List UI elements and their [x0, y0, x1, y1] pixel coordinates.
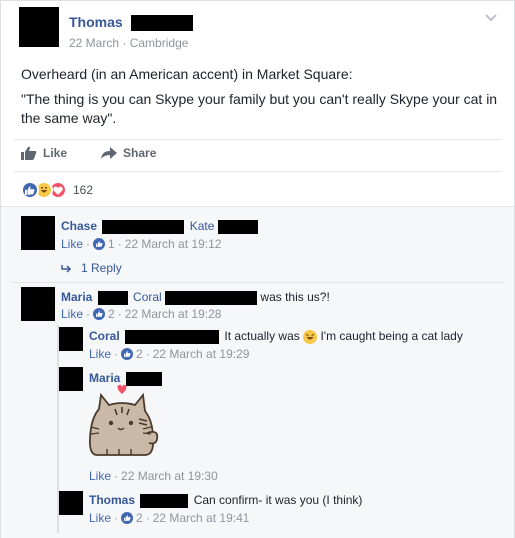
redacted-name — [140, 493, 189, 508]
comment-like-link[interactable]: Like — [89, 511, 111, 525]
divider — [13, 139, 502, 140]
post-card: Thomas 22 March · Cambridge Overheard (i… — [0, 0, 515, 538]
redacted-name — [125, 329, 220, 344]
redacted-name — [217, 219, 258, 234]
comment-text: Chase Kate — [61, 219, 258, 234]
comment-like-link[interactable]: Like — [89, 469, 111, 483]
laughing-emoji-icon — [303, 329, 318, 344]
divider — [11, 282, 504, 283]
comment-like-link[interactable]: Like — [61, 307, 83, 321]
like-count-icon — [121, 348, 134, 360]
thumbs-up-icon — [21, 146, 37, 160]
redacted-name — [165, 290, 258, 305]
comment-like-link[interactable]: Like — [61, 237, 83, 251]
view-replies-link[interactable]: 1 Reply — [61, 261, 122, 275]
post-location[interactable]: Cambridge — [130, 36, 189, 50]
post-meta: 22 March · Cambridge — [69, 36, 189, 50]
post-line-1: Overheard (in an American accent) in Mar… — [21, 66, 353, 82]
comment-time[interactable]: 22 March at 19:29 — [153, 347, 250, 361]
comment-time[interactable]: 22 March at 19:28 — [125, 307, 222, 321]
like-reaction-icon — [21, 181, 39, 199]
comment-meta: Like · 1 · 22 March at 19:12 — [61, 237, 222, 251]
like-count-icon — [93, 238, 106, 250]
tagged-name[interactable]: Kate — [190, 219, 215, 233]
comment-time[interactable]: 22 March at 19:30 — [121, 469, 218, 483]
redacted-name — [97, 290, 128, 305]
comment-meta: Like · 2 · 22 March at 19:41 — [89, 511, 250, 525]
pusheen-cat-sticker[interactable] — [85, 383, 165, 463]
commenter-avatar[interactable] — [21, 216, 55, 250]
like-button[interactable]: Like — [21, 146, 67, 160]
comment-meta: Like · 22 March at 19:30 — [89, 469, 218, 483]
commenter-name[interactable]: Maria — [61, 290, 92, 304]
chevron-down-icon[interactable] — [484, 13, 498, 23]
reaction-count[interactable]: 162 — [73, 183, 93, 197]
comment-time[interactable]: 22 March at 19:41 — [153, 511, 250, 525]
commenter-name[interactable]: Coral — [89, 329, 120, 343]
post-actions: Like Share — [21, 146, 156, 160]
comment-meta: Like · 2 · 22 March at 19:29 — [89, 347, 250, 361]
tagged-name[interactable]: Coral — [133, 290, 162, 304]
like-count-icon — [93, 308, 106, 320]
commenter-avatar[interactable] — [59, 327, 83, 351]
comment-text: Coral It actually was I'm caught being a… — [89, 329, 463, 344]
comment-text: Maria Coral was this us?! — [61, 290, 330, 305]
share-button[interactable]: Share — [101, 146, 156, 160]
reactions-summary[interactable]: 162 — [21, 181, 93, 199]
redacted-name — [102, 219, 185, 234]
commenter-avatar[interactable] — [21, 287, 55, 321]
author-name[interactable]: Thomas — [69, 14, 123, 30]
post-line-2: "The thing is you can Skype your family … — [21, 91, 498, 126]
share-arrow-icon — [101, 146, 118, 159]
comment-meta: Like · 2 · 22 March at 19:28 — [61, 307, 222, 321]
redacted-surname — [130, 15, 193, 32]
post-date[interactable]: 22 March — [69, 36, 119, 50]
divider — [13, 171, 502, 172]
reply-arrow-icon — [61, 264, 72, 273]
post-body: Overheard (in an American accent) in Mar… — [21, 65, 501, 134]
comment-like-link[interactable]: Like — [89, 347, 111, 361]
author-avatar[interactable] — [19, 7, 59, 47]
comment-time[interactable]: 22 March at 19:12 — [125, 237, 222, 251]
commenter-name[interactable]: Thomas — [89, 493, 135, 507]
commenter-avatar[interactable] — [59, 367, 83, 391]
author-name-row[interactable]: Thomas — [69, 14, 193, 32]
commenter-name[interactable]: Chase — [61, 219, 97, 233]
comment-text: Thomas Can confirm- it was you (I think) — [89, 493, 363, 508]
like-count-icon — [121, 512, 134, 524]
commenter-avatar[interactable] — [59, 491, 83, 515]
